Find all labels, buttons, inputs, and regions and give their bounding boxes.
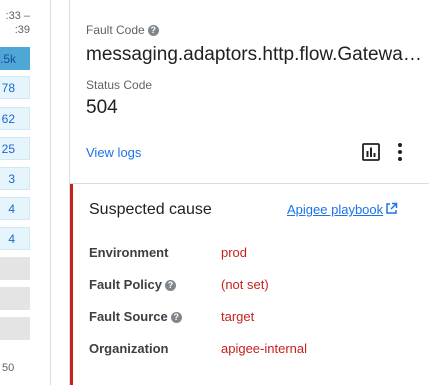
fault-source-label-row: Fault Source? — [89, 309, 182, 324]
time-range-start: :33 – — [5, 10, 30, 22]
fault-policy-label-row: Fault Policy? — [89, 277, 176, 292]
suspected-cause-card: Suspected cause Apigee playbook Environm… — [70, 184, 429, 385]
fault-detail-panel: Fault Code? messaging.adaptors.http.flow… — [69, 0, 429, 385]
heatmap-cell[interactable] — [0, 317, 30, 340]
fault-policy-value: (not set) — [221, 277, 269, 292]
suspected-cause-title: Suspected cause — [89, 201, 212, 218]
external-link-icon — [386, 202, 398, 214]
status-code-value: 504 — [86, 97, 118, 118]
heatmap-cell[interactable]: 25 — [0, 137, 30, 160]
fault-policy-label: Fault Policy — [89, 277, 162, 292]
bar-chart-icon[interactable] — [362, 143, 380, 161]
heatmap-cell[interactable]: 4 — [0, 197, 30, 220]
view-logs-link[interactable]: View logs — [86, 145, 141, 160]
help-icon[interactable]: ? — [147, 25, 159, 36]
fault-source-label: Fault Source — [89, 309, 168, 324]
heatmap-cell[interactable]: 78 — [0, 76, 30, 99]
heatmap-cell[interactable]: 4 — [0, 227, 30, 250]
fault-code-value: messaging.adaptors.http.flow.GatewayTime… — [86, 44, 422, 65]
time-range-end: :39 — [14, 24, 30, 36]
heatmap-cell[interactable]: 62 — [0, 107, 30, 130]
apigee-playbook-link[interactable]: Apigee playbook — [287, 202, 398, 217]
status-code-label: Status Code — [86, 78, 153, 92]
organization-value: apigee-internal — [221, 341, 308, 356]
fault-code-label: Fault Code — [86, 23, 145, 37]
heatmap-cell[interactable]: 3 — [0, 167, 30, 190]
time-footer: 50 — [2, 362, 15, 374]
heatmap-cell[interactable] — [0, 257, 30, 280]
heatmap-cell[interactable]: .5k — [0, 47, 30, 70]
environment-label: Environment — [89, 245, 169, 260]
heatmap-column: :33 – :39 .5k 78 62 25 3 4 4 50 — [0, 0, 51, 385]
organization-label: Organization — [89, 341, 169, 356]
help-icon[interactable]: ? — [164, 280, 176, 291]
more-vert-icon[interactable] — [396, 142, 404, 162]
playbook-link-label[interactable]: Apigee playbook — [287, 202, 383, 217]
fault-code-label-row: Fault Code? — [86, 23, 159, 37]
fault-source-value: target — [221, 309, 255, 324]
heatmap-cell[interactable] — [0, 287, 30, 310]
help-icon[interactable]: ? — [170, 312, 182, 323]
environment-value: prod — [221, 245, 248, 260]
